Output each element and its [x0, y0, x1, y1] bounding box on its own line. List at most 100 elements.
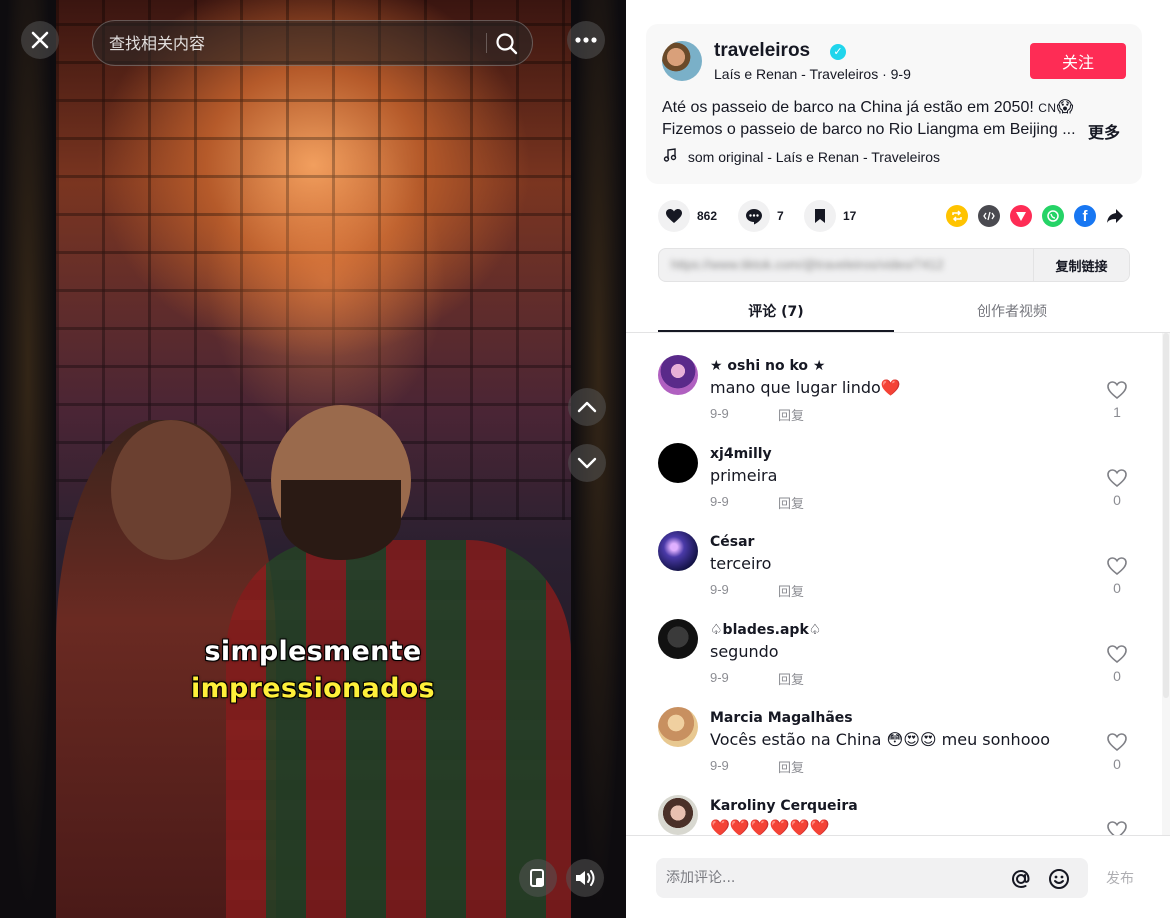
- close-button[interactable]: [21, 21, 59, 59]
- video-player[interactable]: [56, 0, 571, 918]
- comment-list: ★ oshi no ko ★ mano que lugar lindo❤️ 9-…: [626, 333, 1162, 835]
- commenter-avatar[interactable]: [658, 795, 698, 835]
- description-text-2: Fizemos o passeio de barco no Rio Liangm…: [662, 121, 1076, 138]
- description-text-1: Até os passeio de barco na China já estã…: [662, 99, 1039, 116]
- comment-like-icon[interactable]: [1106, 467, 1128, 489]
- next-video-button[interactable]: [568, 444, 606, 482]
- comment-like-icon[interactable]: [1106, 731, 1128, 753]
- music-note-icon: [663, 148, 677, 162]
- comment-text: ❤️❤️❤️❤️❤️❤️: [710, 818, 830, 835]
- heart-icon: [666, 209, 682, 223]
- comment-like-icon[interactable]: [1106, 555, 1128, 577]
- search-divider: [486, 33, 487, 53]
- commenter-name[interactable]: ♤blades.apk♤: [710, 622, 821, 638]
- emoji-icon[interactable]: [1047, 867, 1071, 891]
- commenter-avatar[interactable]: [658, 707, 698, 747]
- comment-item: Marcia Magalhães Vocês estão na China 😳😍…: [626, 685, 1162, 776]
- commenter-avatar[interactable]: [658, 443, 698, 483]
- commenter-name[interactable]: ★ oshi no ko ★: [710, 358, 825, 374]
- favorite-button[interactable]: [804, 200, 836, 232]
- video-person-right: [226, 540, 571, 918]
- repost-icon[interactable]: [946, 205, 968, 227]
- comment-icon: [746, 208, 762, 224]
- chevron-down-icon: [577, 457, 597, 469]
- comment-date: 9-9: [710, 582, 729, 597]
- favorite-action[interactable]: 17: [804, 200, 856, 232]
- comment-like-icon[interactable]: [1106, 819, 1128, 835]
- tab-comments[interactable]: 评论 (7): [658, 296, 894, 332]
- commenter-name[interactable]: Marcia Magalhães: [710, 710, 853, 726]
- link-box[interactable]: https://www.tiktok.com/@traveleiros/vide…: [658, 248, 1130, 282]
- comment-item: César terceiro 9-9 回复 0: [626, 509, 1162, 600]
- comment-text: Vocês estão na China 😳😍😍 meu sonhooo: [710, 730, 1051, 749]
- like-button[interactable]: [658, 200, 690, 232]
- link-text: https://www.tiktok.com/@traveleiros/vide…: [671, 257, 944, 272]
- commenter-name[interactable]: César: [710, 534, 754, 550]
- description-emoji: 😱: [1056, 99, 1074, 116]
- commenter-avatar[interactable]: [658, 355, 698, 395]
- verified-badge-icon: ✓: [830, 44, 846, 60]
- comment-button[interactable]: [738, 200, 770, 232]
- share-arrow-icon[interactable]: [1104, 205, 1126, 227]
- like-action[interactable]: 862: [658, 200, 717, 232]
- commenter-avatar[interactable]: [658, 531, 698, 571]
- more-link[interactable]: 更多: [1088, 119, 1120, 143]
- volume-icon: [576, 870, 595, 886]
- comment-count: 7: [777, 209, 784, 223]
- search-icon[interactable]: [494, 31, 520, 57]
- more-icon: [575, 37, 597, 43]
- commenter-avatar[interactable]: [658, 619, 698, 659]
- author-info-card: traveleiros ✓ Laís e Renan - Traveleiros…: [646, 24, 1142, 184]
- bookmark-icon: [815, 209, 825, 223]
- comment-like-icon[interactable]: [1106, 643, 1128, 665]
- more-options-button[interactable]: [567, 21, 605, 59]
- facebook-icon[interactable]: f: [1074, 205, 1096, 227]
- comment-composer: 发布: [626, 835, 1170, 918]
- commenter-name[interactable]: Karoliny Cerqueira: [710, 798, 858, 814]
- floating-player-icon: [530, 869, 544, 887]
- video-face-left: [111, 420, 231, 560]
- comment-item: Karoliny Cerqueira ❤️❤️❤️❤️❤️❤️: [626, 773, 1162, 835]
- comment-input[interactable]: [666, 858, 996, 898]
- previous-video-button[interactable]: [568, 388, 606, 426]
- send-icon[interactable]: [1010, 205, 1032, 227]
- floating-player-button[interactable]: [519, 859, 557, 897]
- commenter-name[interactable]: xj4milly: [710, 446, 772, 462]
- comment-like-count: 0: [1113, 580, 1121, 596]
- comment-date: 9-9: [710, 758, 729, 773]
- tab-creator-videos[interactable]: 创作者视频: [894, 296, 1130, 332]
- video-beard: [281, 480, 401, 560]
- description-flag: CN: [1038, 101, 1057, 115]
- comment-date: 9-9: [710, 670, 729, 685]
- comment-like-count: 0: [1113, 668, 1121, 684]
- follow-button[interactable]: 关注: [1030, 43, 1126, 79]
- comment-text: terceiro: [710, 554, 772, 573]
- comment-input-box[interactable]: [656, 858, 1088, 898]
- embed-icon[interactable]: [978, 205, 1000, 227]
- volume-button[interactable]: [566, 859, 604, 897]
- post-comment-button[interactable]: 发布: [1106, 868, 1134, 888]
- comment-scrollbar[interactable]: [1162, 333, 1170, 835]
- search-bar[interactable]: [92, 20, 533, 66]
- author-subline: Laís e Renan - Traveleiros · 9-9: [714, 66, 911, 82]
- comment-like-count: 0: [1113, 492, 1121, 508]
- comment-item: ★ oshi no ko ★ mano que lugar lindo❤️ 9-…: [626, 333, 1162, 424]
- comment-like-icon[interactable]: [1106, 379, 1128, 401]
- music-row[interactable]: som original - Laís e Renan - Traveleiro…: [662, 148, 940, 165]
- comment-like-count: 1: [1113, 404, 1121, 420]
- video-light-glow: [206, 120, 446, 440]
- details-panel: traveleiros ✓ Laís e Renan - Traveleiros…: [626, 0, 1170, 918]
- app-root: simplesmente impressionados t: [0, 0, 1170, 918]
- copy-link-button[interactable]: 复制链接: [1033, 249, 1129, 281]
- author-avatar[interactable]: [662, 41, 702, 81]
- tabs: 评论 (7) 创作者视频: [658, 296, 1130, 332]
- video-caption-line2: impressionados: [191, 673, 435, 704]
- mention-icon[interactable]: [1009, 867, 1033, 891]
- search-input[interactable]: [109, 21, 479, 65]
- close-icon: [31, 31, 49, 49]
- whatsapp-icon[interactable]: [1042, 205, 1064, 227]
- author-username[interactable]: traveleiros: [714, 40, 810, 62]
- scrollbar-thumb[interactable]: [1163, 333, 1169, 698]
- comment-action[interactable]: 7: [738, 200, 784, 232]
- chevron-up-icon: [577, 401, 597, 413]
